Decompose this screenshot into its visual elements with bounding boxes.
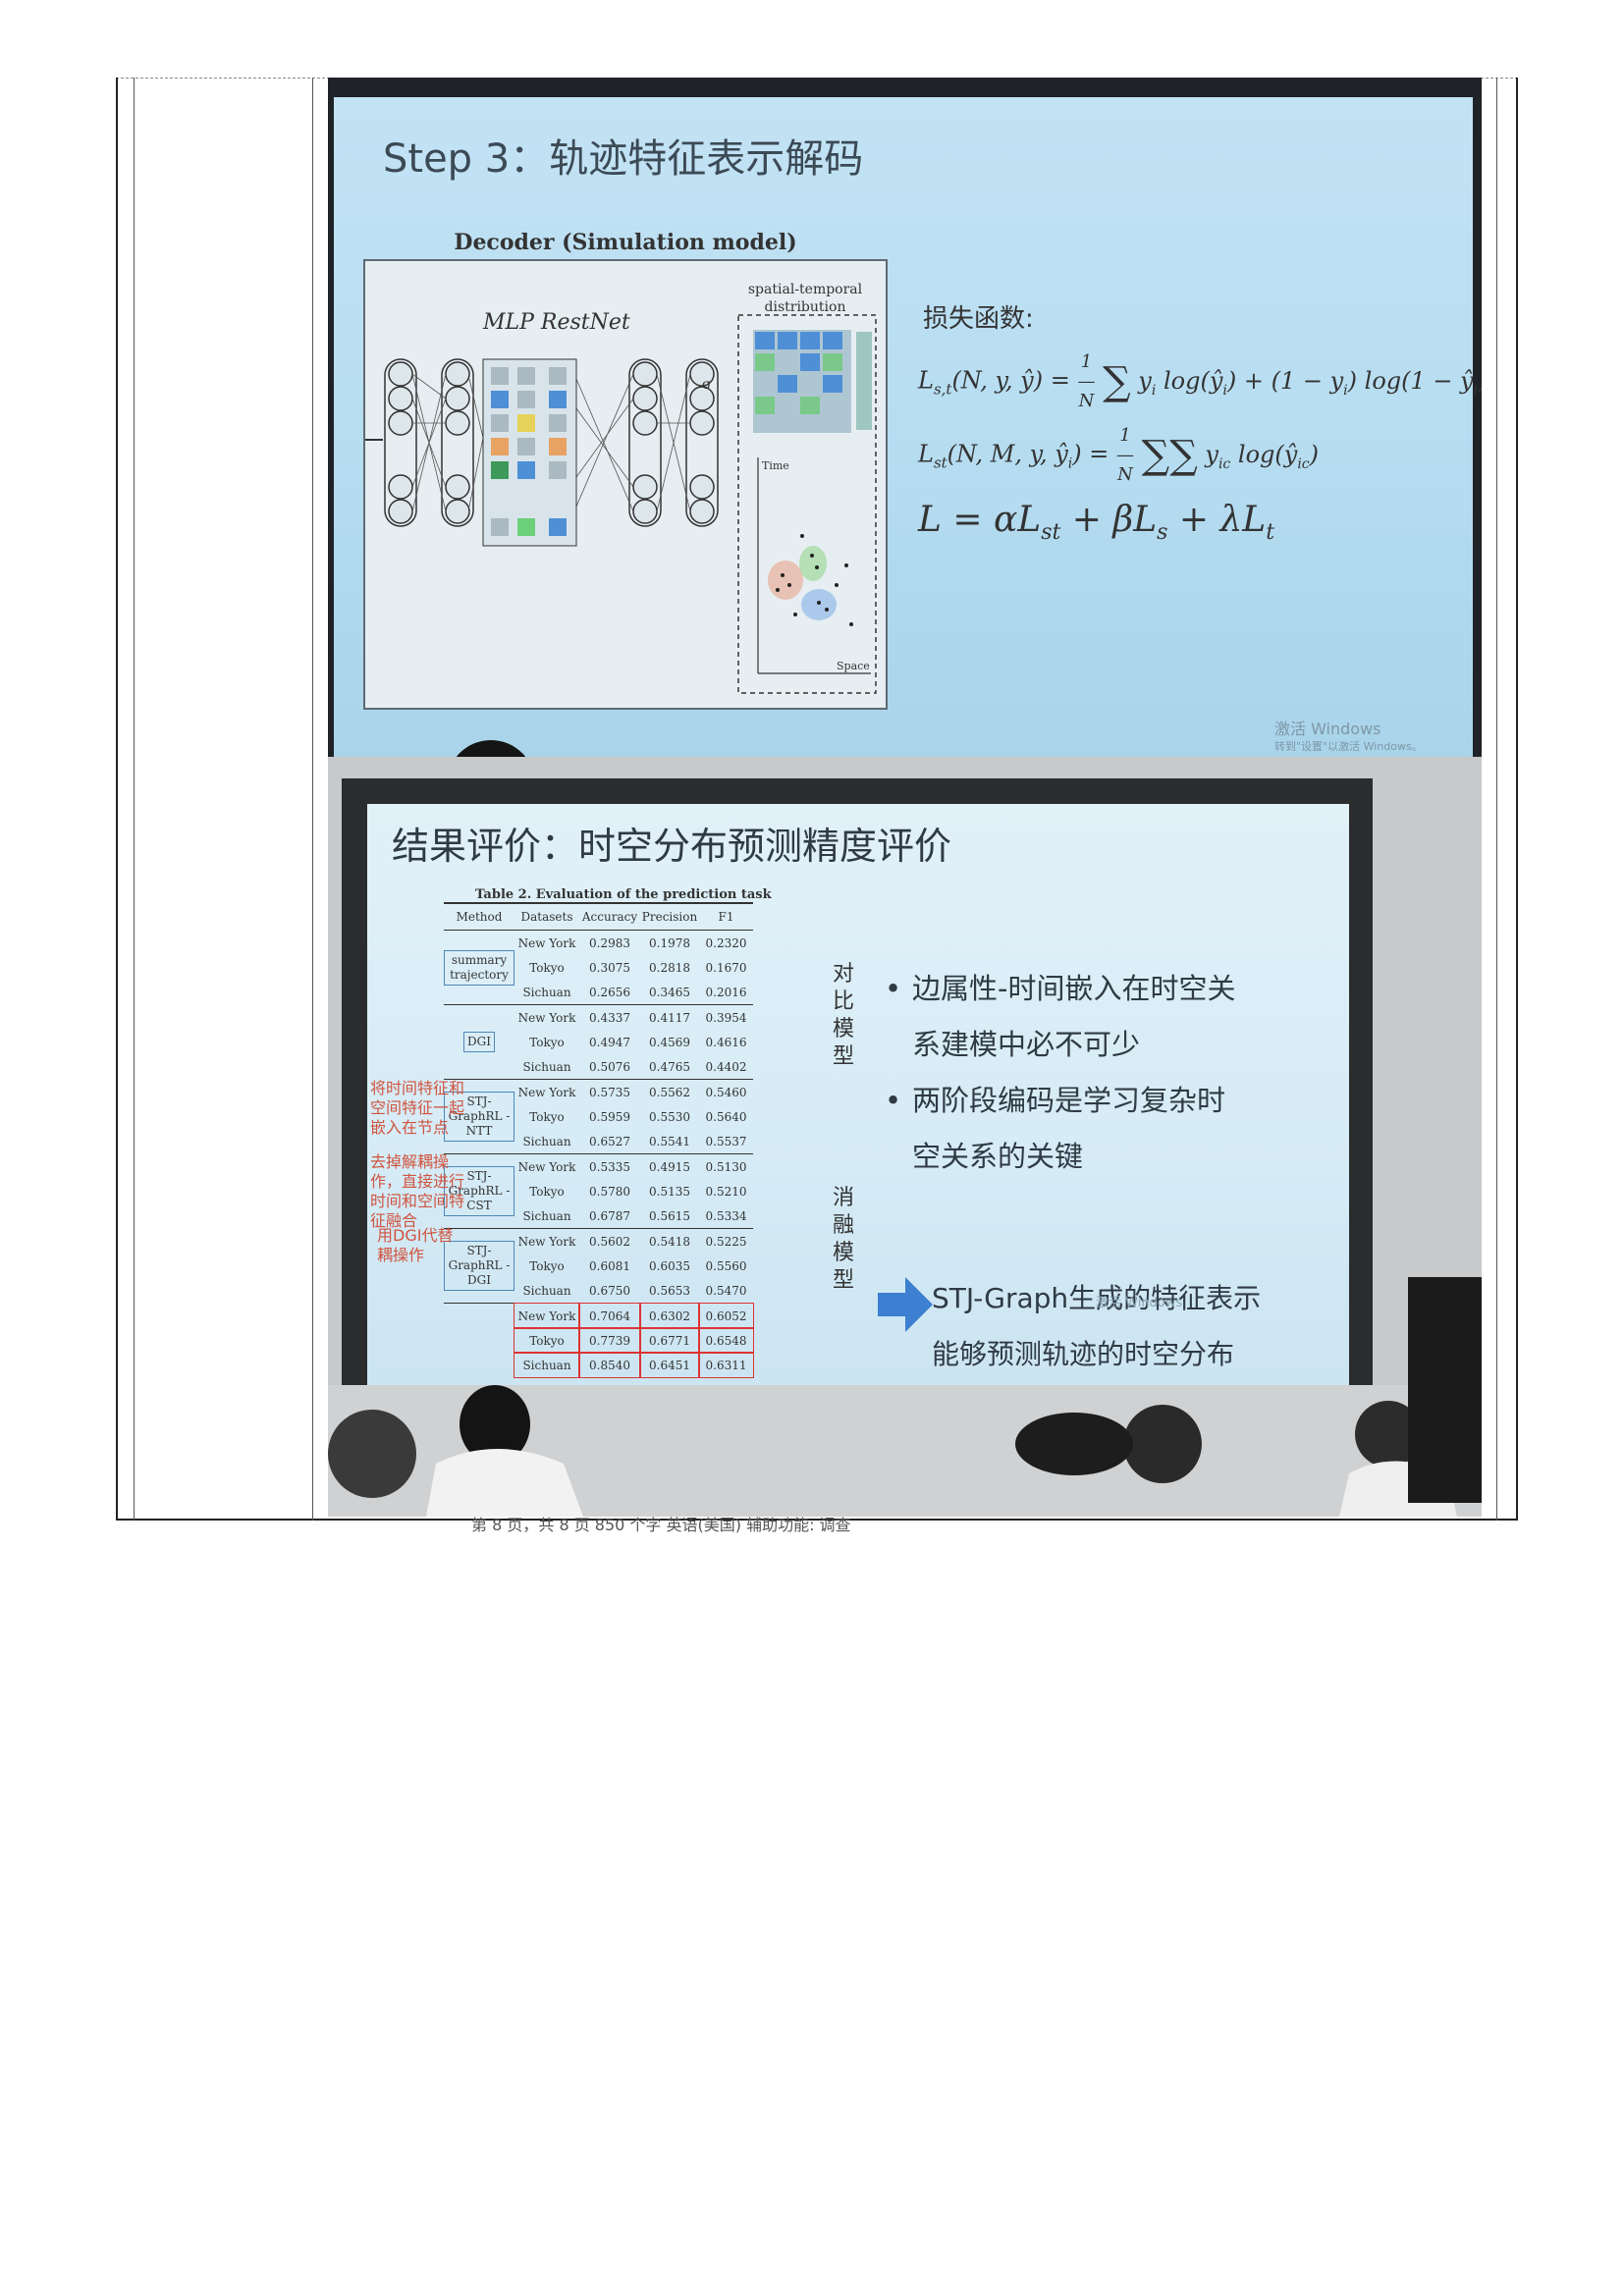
axis-time-label: Time: [762, 459, 789, 472]
decoder-diagram: Decoder (Simulation model) MLP RestNet s…: [363, 230, 888, 710]
network-graphic: σ Time Space: [365, 314, 877, 694]
loss-function-label: 损失函数:: [923, 304, 1034, 334]
audience-head: [447, 740, 535, 757]
decoder-title: Decoder (Simulation model): [454, 230, 797, 255]
equation-lst-full: Ls,t(N, y, ŷ) = 1— N ∑ yi log(ŷi) + (1 − …: [918, 351, 1482, 411]
word-status-bar: 第 8 页，共 8 页 850 个字 英语(美国) 辅助功能: 调查: [471, 1516, 851, 1534]
table-column-line: [312, 78, 313, 1521]
equation-total-loss: L = αLst + βLs + λLt: [918, 500, 1275, 546]
slide-decoder: Step 3：轨迹特征表示解码 Decoder (Simulation mode…: [334, 97, 1482, 757]
table-column-line: [1496, 78, 1497, 1521]
equation-lst: Lst(N, M, y, ŷi) = 1— N ∑∑ yic log(ŷic): [918, 425, 1320, 485]
axis-space-label: Space: [837, 660, 870, 672]
slide-photo-decoder: Step 3：轨迹特征表示解码 Decoder (Simulation mode…: [328, 78, 1482, 757]
slide-photo-evaluation: 结果评价：时空分布预测精度评价 Table 2. Evaluation of t…: [328, 757, 1482, 1517]
audience-silhouettes: [328, 1277, 1482, 1517]
slide-title: Step 3：轨迹特征表示解码: [383, 136, 864, 182]
table-column-line: [134, 78, 135, 1521]
windows-activation-watermark: 激活 Windows 转到"设置"以激活 Windows。: [1274, 720, 1423, 754]
sigma-label: σ: [702, 377, 712, 393]
